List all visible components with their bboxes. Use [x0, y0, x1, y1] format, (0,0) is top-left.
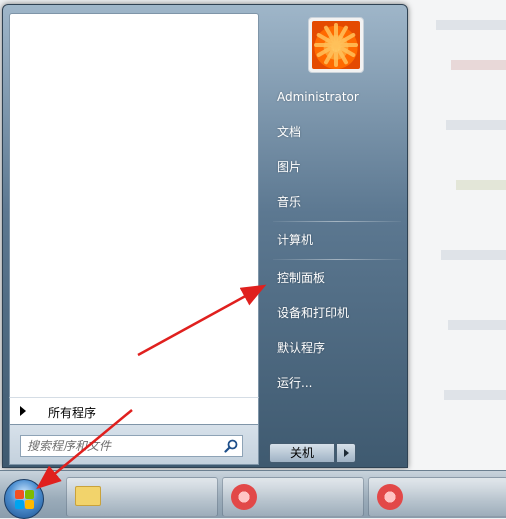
taskbar-button-explorer[interactable] [66, 477, 218, 517]
computer-link[interactable]: 计算机 [271, 226, 401, 254]
windows-logo-icon [15, 490, 24, 499]
menu-divider [273, 259, 401, 260]
shutdown-options-button[interactable] [336, 443, 356, 463]
taskbar-button-app[interactable] [222, 477, 364, 517]
folder-icon [75, 486, 101, 506]
background-line [436, 20, 506, 30]
user-avatar[interactable] [308, 17, 364, 73]
control-panel-link[interactable]: 控制面板 [271, 264, 401, 292]
background-line [441, 250, 506, 260]
background-line [444, 390, 506, 400]
run-link[interactable]: 运行... [271, 369, 401, 397]
taskbar-button-app[interactable] [368, 477, 506, 517]
windows-logo-icon [15, 500, 24, 509]
background-window [400, 0, 506, 470]
windows-logo-icon [25, 500, 34, 509]
magnifier-icon[interactable] [224, 439, 238, 453]
search-input[interactable] [20, 435, 243, 457]
start-menu: 所有程序 Administrator 文档 图片 音乐 计算机 控制面板 设备 [2, 4, 408, 468]
background-line [451, 60, 506, 70]
background-line [456, 180, 506, 190]
documents-link[interactable]: 文档 [271, 118, 401, 146]
triangle-right-icon [20, 406, 26, 416]
shutdown-button[interactable]: 关机 [269, 443, 335, 463]
pinned-programs-pane [9, 13, 259, 397]
background-line [448, 320, 506, 330]
taskbar [0, 470, 506, 519]
triangle-right-icon [344, 449, 349, 457]
menu-divider [273, 221, 401, 222]
all-programs-button[interactable]: 所有程序 [9, 397, 259, 425]
music-link[interactable]: 音乐 [271, 188, 401, 216]
default-programs-link[interactable]: 默认程序 [271, 334, 401, 362]
windows-logo-icon [25, 490, 34, 499]
flower-icon [312, 21, 360, 69]
app-icon [231, 484, 257, 510]
all-programs-label: 所有程序 [48, 406, 97, 420]
user-folder-link[interactable]: Administrator [271, 83, 401, 111]
pictures-link[interactable]: 图片 [271, 153, 401, 181]
devices-printers-link[interactable]: 设备和打印机 [271, 299, 401, 327]
search-area [9, 425, 259, 465]
start-button[interactable] [4, 479, 44, 519]
background-line [446, 120, 506, 130]
app-icon [377, 484, 403, 510]
